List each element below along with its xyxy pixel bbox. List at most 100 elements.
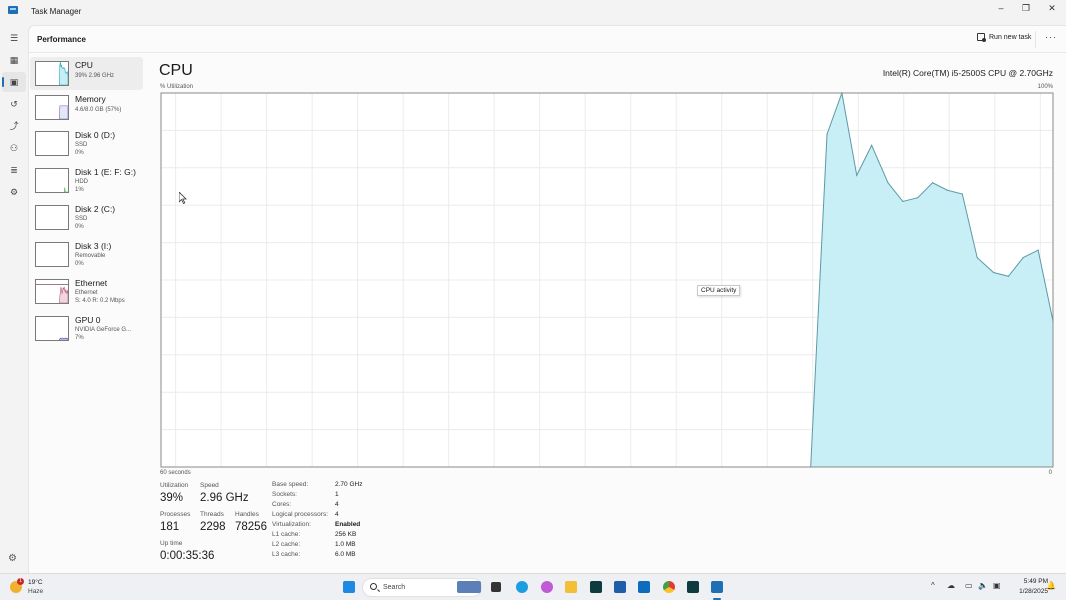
performance-nav-icon[interactable]: ▣ (2, 72, 26, 92)
processes-nav-icon[interactable]: ▦ (2, 50, 26, 70)
widgets-news-icon[interactable] (457, 581, 481, 593)
resource-usage: 0% (75, 224, 84, 230)
threads-value: 2298 (200, 521, 226, 533)
hamburger-menu-icon[interactable]: ☰ (2, 28, 26, 48)
resource-name: Disk 2 (C:) (75, 204, 116, 214)
terminal-app-2-icon[interactable] (687, 581, 699, 593)
memory-thumbnail-graph (35, 95, 69, 120)
resource-item-disk-3[interactable]: Disk 3 (I:) Removable 0% (30, 238, 143, 271)
onedrive-icon[interactable]: ☁ (947, 581, 955, 590)
startup-apps-nav-icon[interactable]: ⤴ (2, 116, 26, 136)
handles-label: Handles (235, 511, 259, 518)
spec-value: 1.0 MB (335, 541, 356, 548)
cpu-activity-tooltip: CPU activity (697, 285, 741, 296)
y-axis-label: % Utilization (160, 84, 194, 90)
file-viewer-icon[interactable] (491, 582, 501, 592)
spec-label: Sockets: (272, 491, 297, 498)
page-title: Performance (37, 35, 86, 44)
processes-value: 181 (160, 521, 180, 533)
resource-name: Disk 1 (E: F: G:) (75, 167, 136, 177)
thumbnail-area (59, 105, 68, 119)
file-explorer-icon[interactable] (565, 581, 577, 593)
weather-description: Haze (28, 588, 44, 595)
battery-icon[interactable]: ▣ (993, 581, 1001, 590)
clock-time[interactable]: 5:49 PM (1018, 578, 1048, 585)
processes-label: Processes (160, 511, 191, 518)
cpu-data-point (1007, 275, 1010, 277)
resource-usage: 0% (75, 150, 84, 156)
resource-name: Disk 3 (I:) (75, 241, 112, 251)
chrome-icon[interactable] (663, 581, 675, 593)
settings-gear-icon[interactable]: ⚙ (8, 553, 17, 564)
thumbnail-area (59, 286, 68, 303)
cpu-data-point (931, 182, 934, 184)
resource-name: Memory (75, 94, 106, 104)
uptime-label: Up time (160, 540, 183, 547)
handles-value: 78256 (235, 521, 267, 533)
search-placeholder: Search (383, 584, 406, 591)
spec-value: 1 (335, 491, 339, 498)
resource-detail: 4.6/8.0 GB (57%) (75, 107, 122, 113)
cpu-data-point (1037, 249, 1039, 251)
resource-name: CPU (75, 60, 93, 70)
window-title: Task Manager (31, 7, 82, 16)
more-options-button[interactable]: ··· (1045, 32, 1057, 42)
cpu-data-point (917, 197, 919, 199)
resource-item-gpu-0[interactable]: GPU 0 NVIDIA GeForce G... 7% (30, 312, 143, 345)
weather-temperature: 19°C (28, 579, 43, 586)
resource-item-ethernet[interactable]: Ethernet Ethernet S: 4.0 R: 0.2 Mbps (30, 275, 143, 308)
microsoft-store-icon[interactable] (614, 581, 626, 593)
thumbnail-area (63, 187, 68, 192)
run-new-task-button[interactable]: Run new task (977, 33, 1032, 42)
spec-value: Enabled (335, 521, 361, 528)
x-axis-left-label: 60 seconds (160, 470, 191, 476)
cpu-data-point (826, 133, 828, 135)
close-button[interactable]: ✕ (1039, 0, 1065, 18)
services-nav-icon[interactable]: ⚙ (2, 182, 26, 202)
page-header: Performance Run new task ··· (29, 26, 1066, 53)
title-bar: Task Manager – ❐ ✕ (0, 0, 1066, 25)
details-nav-icon[interactable]: ≣ (2, 160, 26, 180)
users-nav-icon[interactable]: ⚇ (2, 138, 26, 158)
cpu-data-point (856, 174, 858, 176)
resource-item-disk-2[interactable]: Disk 2 (C:) SSD 0% (30, 201, 143, 234)
tray-overflow-chevron-icon[interactable]: ^ (931, 581, 935, 590)
cpu-data-point (946, 189, 949, 191)
notification-bell-icon[interactable]: 🔔 (1046, 581, 1056, 590)
y-max-label: 100% (1037, 84, 1053, 90)
resource-item-memory[interactable]: Memory 4.6/8.0 GB (57%) (30, 91, 143, 124)
run-task-icon (977, 33, 986, 42)
weather-notification-badge: 1 (17, 578, 24, 585)
cpu-data-point (1022, 256, 1024, 259)
gpu-0-thumbnail-graph (35, 316, 69, 341)
outlook-icon[interactable] (638, 581, 650, 593)
resource-item-cpu[interactable]: CPU 39% 2.96 GHz (30, 57, 143, 90)
resource-usage: 1% (75, 187, 84, 193)
utilization-value: 39% (160, 492, 184, 504)
run-new-task-label: Run new task (989, 33, 1032, 41)
spec-label: Cores: (272, 501, 292, 508)
app-history-nav-icon[interactable]: ↺ (2, 94, 26, 114)
x-axis-right-label: 0 (1048, 470, 1052, 476)
network-icon[interactable]: ▭ (965, 581, 973, 590)
cpu-data-point (992, 271, 995, 274)
task-manager-taskbar-icon[interactable] (711, 581, 723, 593)
clock-date[interactable]: 1/28/2025 (1006, 588, 1048, 595)
spec-value: 2.70 GHz (335, 481, 363, 488)
restore-button[interactable]: ❐ (1013, 0, 1039, 18)
resource-item-disk-0[interactable]: Disk 0 (D:) SSD 0% (30, 127, 143, 160)
start-button-windows-icon[interactable] (343, 581, 355, 593)
copilot-icon[interactable] (541, 581, 553, 593)
spec-value: 6.0 MB (335, 551, 356, 558)
resource-usage: S: 4.0 R: 0.2 Mbps (75, 298, 125, 304)
terminal-app-icon[interactable] (590, 581, 602, 593)
disk-0-thumbnail-graph (35, 131, 69, 156)
uptime-value: 0:00:35:36 (160, 550, 215, 562)
cpu-data-point (961, 193, 963, 195)
minimize-button[interactable]: – (988, 0, 1014, 18)
cpu-data-point (902, 200, 904, 203)
resource-item-disk-1[interactable]: Disk 1 (E: F: G:) HDD 1% (30, 164, 143, 197)
disk-2-thumbnail-graph (35, 205, 69, 230)
volume-icon[interactable]: 🔈 (978, 581, 988, 590)
edge-browser-icon[interactable] (516, 581, 528, 593)
